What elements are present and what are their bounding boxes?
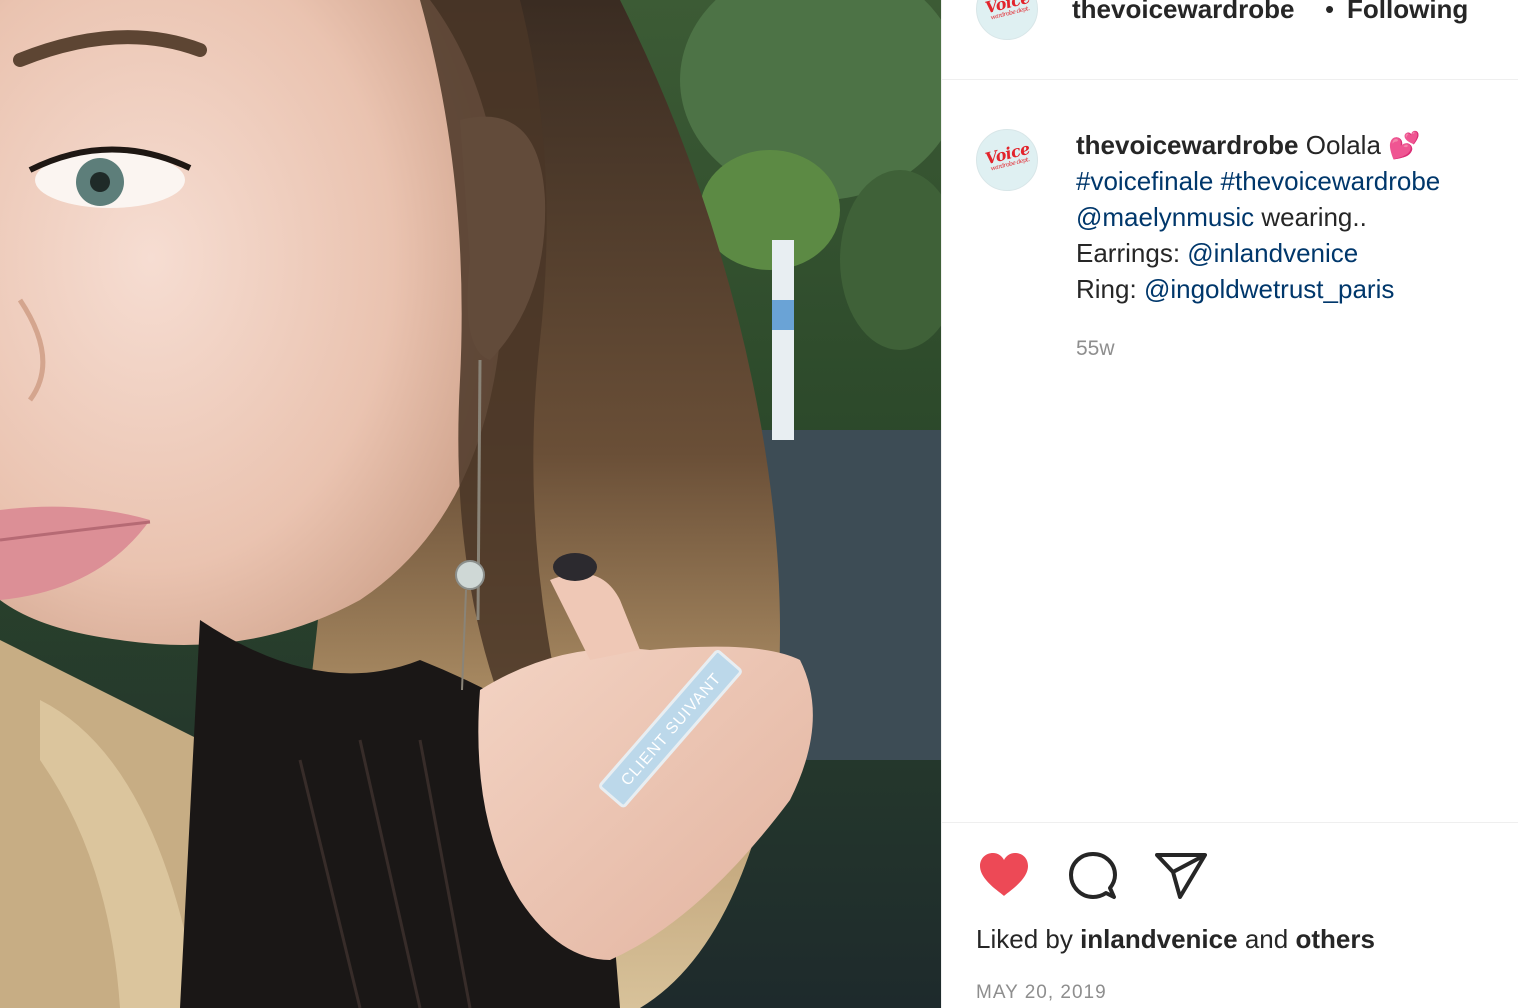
voice-logo: Voice wardrobe dept. xyxy=(978,0,1037,23)
divider xyxy=(942,822,1518,823)
following-button[interactable]: Following xyxy=(1347,0,1468,25)
earrings-label: Earrings: xyxy=(1076,238,1181,268)
post-header: Voice wardrobe dept. thevoicewardrobe • … xyxy=(942,0,1518,80)
heart-filled-icon xyxy=(980,853,1028,896)
caption-text: wearing.. xyxy=(1261,202,1367,232)
post-photo[interactable]: CLIENT SUIVANT xyxy=(0,0,941,1008)
comment-button[interactable] xyxy=(1068,851,1118,906)
hearts-emoji: 💕 xyxy=(1388,130,1421,160)
hashtag-link[interactable]: #voicefinale xyxy=(1076,166,1213,196)
post-side-panel: Voice wardrobe dept. thevoicewardrobe • … xyxy=(941,0,1518,1008)
post-image: CLIENT SUIVANT xyxy=(0,0,941,1008)
like-button[interactable] xyxy=(978,852,1030,903)
caption-avatar[interactable]: Voice wardrobe dept. xyxy=(976,129,1038,191)
liked-by-user[interactable]: inlandvenice xyxy=(1080,924,1238,954)
paper-plane-icon xyxy=(1155,853,1207,899)
share-button[interactable] xyxy=(1155,852,1207,905)
ring-label: Ring: xyxy=(1076,274,1137,304)
mention-link[interactable]: @ingoldwetrust_paris xyxy=(1144,274,1394,304)
post-date[interactable]: MAY 20, 2019 xyxy=(976,982,1107,1004)
mention-link[interactable]: @inlandvenice xyxy=(1187,238,1358,268)
header-username[interactable]: thevoicewardrobe xyxy=(1072,0,1295,25)
comment-bubble-icon xyxy=(1069,852,1117,899)
caption-text: Oolala xyxy=(1305,130,1381,160)
voice-logo: Voice wardrobe dept. xyxy=(978,138,1037,175)
header-avatar[interactable]: Voice wardrobe dept. xyxy=(976,0,1038,40)
caption-username[interactable]: thevoicewardrobe xyxy=(1076,130,1299,160)
liked-by-others[interactable]: others xyxy=(1295,924,1374,954)
post-age[interactable]: 55w xyxy=(1076,337,1115,361)
liked-by-and: and xyxy=(1244,924,1289,954)
hashtag-link[interactable]: #thevoicewardrobe xyxy=(1221,166,1441,196)
header-separator: • xyxy=(1325,0,1335,24)
post-caption: thevoicewardrobe Oolala 💕 #voicefinale #… xyxy=(1076,127,1506,307)
mention-link[interactable]: @maelynmusic xyxy=(1076,202,1254,232)
liked-by-line: Liked by inlandvenice and others xyxy=(976,924,1375,955)
liked-by-prefix: Liked by xyxy=(976,924,1073,954)
